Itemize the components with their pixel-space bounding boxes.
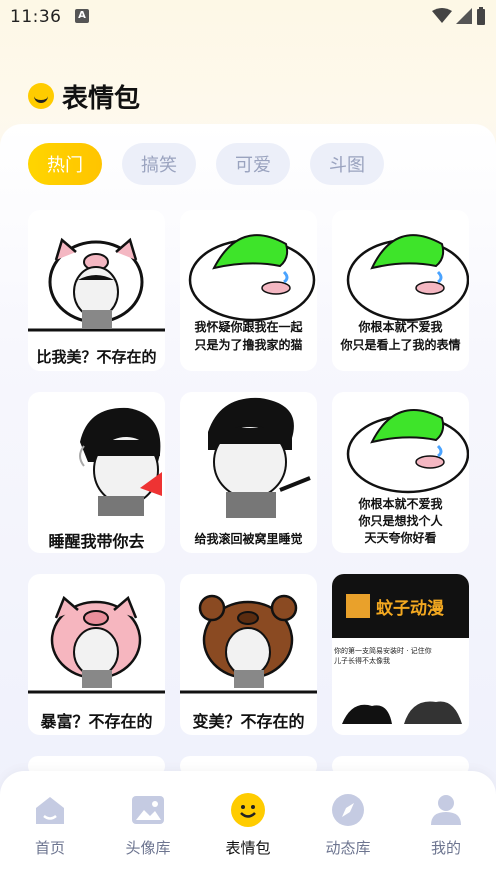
tab-funny[interactable]: 搞笑 (122, 143, 196, 185)
promo-line: 你的第一支简易安装时 · 记住你 (334, 647, 432, 655)
tab-label: 搞笑 (141, 155, 177, 176)
sticker-card[interactable]: 给我滚回被窝里睡觉 (180, 392, 317, 553)
nav-label: 首页 (34, 839, 65, 857)
tab-label: 斗图 (329, 155, 365, 176)
bottom-nav: 首页 头像库 表情包 动态库 我的 (0, 771, 496, 881)
cellular-icon (456, 8, 472, 24)
nav-mine[interactable]: 我的 (406, 793, 486, 863)
tab-label: 热门 (47, 155, 83, 176)
sticker-caption: 睡醒我带你去 (48, 532, 145, 551)
sticker-image (208, 397, 311, 518)
nav-label: 动态库 (325, 839, 371, 857)
status-bar: 11:36 A (0, 0, 496, 34)
nav-dynamic-library[interactable]: 动态库 (308, 793, 388, 863)
sticker-caption-line: 你只是看上了我的表情 (340, 338, 461, 352)
sticker-card[interactable]: 变美？不存在的 (180, 574, 317, 735)
page-header: 表情包 (28, 80, 141, 114)
status-icons (432, 6, 486, 26)
sticker-caption-line: 你只是想找个人 (358, 514, 443, 528)
sticker-card[interactable]: 我怀疑你跟我在一起 只是为了撸我家的猫 (180, 210, 317, 371)
tab-meme-battle[interactable]: 斗图 (310, 143, 384, 185)
image-icon (131, 793, 165, 827)
nav-avatar-library[interactable]: 头像库 (108, 793, 188, 863)
sticker-caption-line: 你根本就不爱我 (358, 497, 443, 511)
sticker-card[interactable]: 你根本就不爱我 你只是想找个人 天天夸你好看 (332, 392, 469, 553)
sticker-caption: 给我滚回被窝里睡觉 (194, 532, 303, 546)
nav-label: 我的 (430, 839, 461, 857)
notification-a-icon: A (75, 9, 89, 23)
smile-icon (231, 793, 265, 827)
sticker-card[interactable]: 睡醒我带你去 (28, 392, 165, 553)
nav-stickers[interactable]: 表情包 (208, 793, 288, 863)
page-title: 表情包 (62, 83, 141, 114)
sticker-caption-line: 天天夸你好看 (364, 531, 437, 545)
sticker-caption: 变美？不存在的 (192, 712, 305, 731)
user-icon (429, 793, 463, 827)
sticker-caption-line: 只是为了撸我家的猫 (194, 338, 303, 352)
compass-icon (331, 793, 365, 827)
sticker-card[interactable]: 蚊子动漫 你的第一支简易安装时 · 记住你 儿子长得不太像我 (332, 574, 469, 735)
sticker-caption: 暴富？不存在的 (40, 712, 153, 731)
status-time: 11:36 (10, 7, 62, 27)
sticker-caption-line: 我怀疑你跟我在一起 (194, 320, 303, 334)
category-tabs: 热门 搞笑 可爱 斗图 (28, 143, 384, 185)
sticker-card[interactable]: 暴富？不存在的 (28, 574, 165, 735)
nav-label: 表情包 (225, 839, 271, 857)
sticker-caption: 比我美？不存在的 (36, 348, 157, 366)
promo-brand: 蚊子动漫 (376, 599, 444, 619)
sticker-card[interactable]: 比我美？不存在的 (28, 210, 165, 371)
wifi-icon (432, 8, 452, 23)
smile-icon (28, 83, 54, 109)
sticker-card[interactable]: 你根本就不爱我 你只是看上了我的表情 (332, 210, 469, 371)
home-icon (33, 793, 67, 827)
tab-label: 可爱 (235, 155, 271, 176)
sticker-caption-line: 你根本就不爱我 (358, 320, 443, 334)
battery-icon (477, 7, 485, 25)
nav-label: 头像库 (125, 839, 171, 857)
tab-hot[interactable]: 热门 (28, 143, 102, 185)
nav-home[interactable]: 首页 (10, 793, 90, 863)
tab-cute[interactable]: 可爱 (216, 143, 290, 185)
promo-line: 儿子长得不太像我 (334, 657, 390, 665)
